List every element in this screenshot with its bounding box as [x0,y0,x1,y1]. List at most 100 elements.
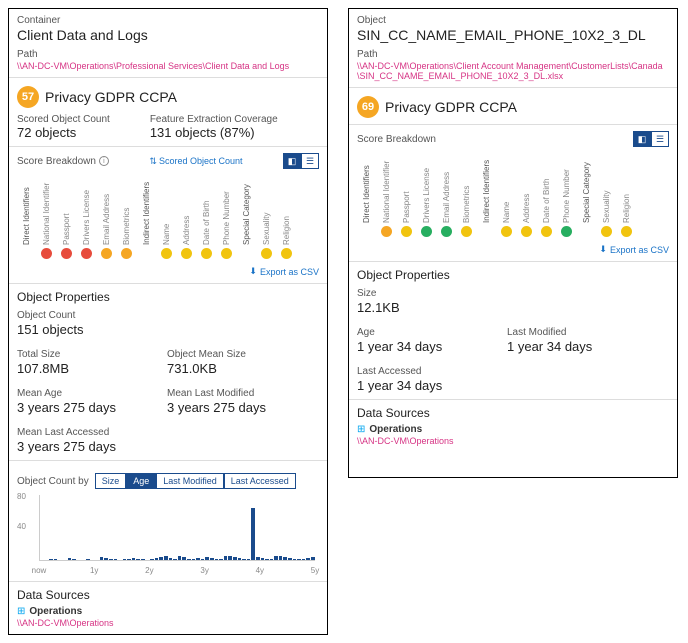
data-sources-title: Data Sources [357,406,669,420]
property-item: Last Accessed1 year 34 days [357,366,467,393]
group-label: Direct Identifiers [17,175,35,259]
breakdown-item[interactable]: Name [497,153,515,237]
download-icon: ⬇ [599,244,607,255]
property-item: Object Count151 objects [17,310,127,337]
object-panel: Object SIN_CC_NAME_EMAIL_PHONE_10X2_3_DL… [348,8,678,478]
breakdown-dots: Direct IdentifiersNational IdentifierPas… [357,151,669,237]
heatmap-mode-button[interactable]: ◧ [633,131,651,147]
breakdown-item[interactable]: Address [177,175,195,259]
properties-section: Object Properties Size12.1KBAge1 year 34… [349,262,677,400]
count-by-last-modified-button[interactable]: Last Modified [156,473,224,489]
breakdown-item[interactable]: Drivers License [417,153,435,237]
properties-title: Object Properties [357,268,669,282]
chart-bar [72,559,76,561]
chart-bar [261,558,265,560]
page-title: SIN_CC_NAME_EMAIL_PHONE_10X2_3_DL [357,27,669,43]
chart-bar [283,557,287,560]
chart-bar [205,557,209,560]
data-sources-title: Data Sources [17,588,319,602]
score-badge: 69 [357,96,379,118]
feature-coverage-value: 131 objects (87%) [150,125,278,140]
breakdown-item[interactable]: Religion [617,153,635,237]
heatmap-mode-button[interactable]: ◧ [283,153,301,169]
chart-bar [242,559,246,561]
chart-bar [265,559,269,561]
data-source-path[interactable]: \\AN-DC-VM\Operations [357,436,669,446]
breakdown-item[interactable]: Biometrics [117,175,135,259]
export-csv-button[interactable]: ⬇ Export as CSV [599,244,669,255]
container-panel: Container Client Data and Logs Path \\AN… [8,8,328,635]
chart-bar [54,559,58,560]
chart-bar [123,559,127,561]
sort-button[interactable]: ⇅ Scored Object Count [149,156,242,167]
chart-bar [201,559,205,561]
chart-bar [274,556,278,561]
chart-bar [233,557,237,560]
breakdown-item[interactable]: Biometrics [457,153,475,237]
chart-bar [306,558,310,560]
property-item: Size12.1KB [357,288,467,315]
breakdown-item[interactable]: Sexuality [597,153,615,237]
breakdown-item[interactable]: National Identifier [377,153,395,237]
path-label: Path [17,49,319,60]
path-link[interactable]: \\AN-DC-VM\Operations\Client Account Man… [357,61,669,81]
chart-bar [132,558,136,560]
breakdown-item[interactable]: Drivers License [77,175,95,259]
count-by-last-accessed-button[interactable]: Last Accessed [224,473,296,489]
list-mode-button[interactable]: ☰ [301,153,319,169]
breakdown-item[interactable]: Phone Number [557,153,575,237]
chart-bar [192,559,196,560]
breakdown-item[interactable]: Passport [397,153,415,237]
chart-bar [247,559,251,560]
breakdown-item[interactable]: Date of Birth [197,175,215,259]
sort-icon: ⇅ [149,156,157,167]
path-link[interactable]: \\AN-DC-VM\Operations\Professional Servi… [17,61,319,71]
chart-bar [104,558,108,560]
list-mode-button[interactable]: ☰ [651,131,669,147]
view-mode-toggle: ◧ ☰ [283,153,319,169]
data-sources-section: Data Sources ⊞ Operations \\AN-DC-VM\Ope… [349,400,677,452]
download-icon: ⬇ [249,266,257,277]
breakdown-item[interactable]: Phone Number [217,175,235,259]
count-by-size-button[interactable]: Size [95,473,127,489]
chart-bar [68,558,72,560]
type-label: Container [17,15,319,26]
scored-objects-label: Scored Object Count [17,114,110,125]
chart-bar [155,558,159,560]
count-by-segments: SizeAgeLast ModifiedLast Accessed [95,473,296,489]
property-item: Mean Age3 years 275 days [17,388,127,415]
chart-bar [297,559,301,560]
windows-icon: ⊞ [357,424,365,435]
data-source-path[interactable]: \\AN-DC-VM\Operations [17,618,319,628]
count-by-age-button[interactable]: Age [126,473,156,489]
info-icon[interactable]: i [99,156,109,166]
score-section: 57 Privacy GDPR CCPA Scored Object Count… [9,78,327,147]
breakdown-item[interactable]: Date of Birth [537,153,555,237]
data-source-name: Operations [29,606,82,617]
chart-bar [196,558,200,560]
group-label: Special Category [577,153,595,237]
chart-bar [251,508,255,561]
chart-bar [182,557,186,560]
breakdown-item[interactable]: Address [517,153,535,237]
chart-bar [173,559,177,561]
breakdown-item[interactable]: Sexuality [257,175,275,259]
breakdown-item[interactable]: Email Address [437,153,455,237]
chart-bar [288,558,292,560]
property-item: Last Modified1 year 34 days [507,327,617,354]
count-by-label: Object Count by [17,476,89,487]
breakdown-item[interactable]: National Identifier [37,175,55,259]
chart-bar [114,559,118,560]
group-label: Indirect Identifiers [477,153,495,237]
export-csv-button[interactable]: ⬇ Export as CSV [249,266,319,277]
breakdown-item[interactable]: Name [157,175,175,259]
breakdown-item[interactable]: Email Address [97,175,115,259]
chart-bar [215,559,219,561]
chart-bar [293,559,297,561]
breakdown-item[interactable]: Religion [277,175,295,259]
breakdown-item[interactable]: Passport [57,175,75,259]
property-item: Object Mean Size731.0KB [167,349,277,376]
windows-icon: ⊞ [17,606,25,617]
property-item: Mean Last Modified3 years 275 days [167,388,277,415]
breakdown-label: Score Breakdown [357,134,436,145]
